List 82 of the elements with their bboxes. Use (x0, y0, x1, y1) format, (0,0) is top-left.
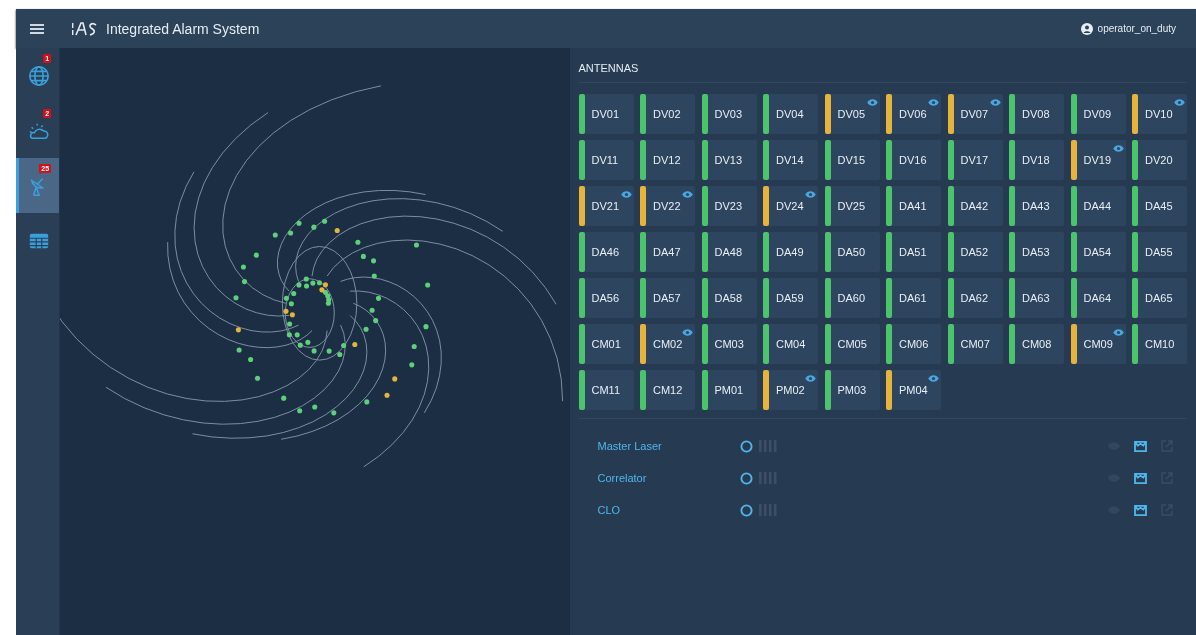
antenna-tile[interactable]: PM02 (763, 370, 818, 410)
antenna-tile[interactable]: DA58 (701, 278, 757, 318)
antenna-tile[interactable]: CM01 (578, 324, 634, 364)
antenna-tile[interactable]: DV07 (947, 94, 1003, 134)
antenna-tile[interactable]: DV20 (1132, 140, 1187, 180)
antenna-tile[interactable]: DV11 (578, 140, 634, 180)
antenna-tile[interactable]: DV06 (886, 94, 941, 134)
inbox-icon[interactable] (1134, 504, 1147, 516)
antenna-tile[interactable]: DA48 (701, 232, 757, 272)
antenna-tile[interactable]: DV09 (1070, 94, 1126, 134)
antenna-tile[interactable]: DV21 (578, 186, 634, 226)
globe-icon (28, 64, 51, 87)
antenna-tile[interactable]: CM04 (763, 324, 818, 364)
user-icon (1080, 22, 1093, 35)
antenna-tile[interactable]: DV22 (640, 186, 695, 226)
menu-icon[interactable] (30, 23, 44, 34)
app-title: Integrated Alarm System (106, 20, 260, 37)
antenna-tile[interactable]: DV05 (824, 94, 880, 134)
antenna-tile[interactable]: DA54 (1070, 232, 1126, 272)
antenna-tile[interactable]: DA51 (886, 232, 941, 272)
antenna-tile[interactable]: PM03 (824, 370, 880, 410)
antenna-tile[interactable]: DV18 (1009, 140, 1064, 180)
antenna-tile[interactable]: DV14 (763, 140, 818, 180)
antenna-tile[interactable]: DA44 (1070, 186, 1126, 226)
antenna-tile[interactable]: CM07 (947, 324, 1003, 364)
antenna-tile[interactable]: CM02 (640, 324, 695, 364)
antenna-tile[interactable]: DA65 (1132, 278, 1187, 318)
status-ring-icon (739, 439, 753, 453)
device-name[interactable]: CLO (597, 504, 726, 516)
antenna-tile[interactable]: DV25 (824, 186, 880, 226)
antenna-tile[interactable]: DV08 (1009, 94, 1064, 134)
antenna-tile[interactable]: DA59 (763, 278, 818, 318)
antenna-tile[interactable]: CM03 (701, 324, 757, 364)
antenna-tile[interactable]: DA42 (947, 186, 1003, 226)
user-menu[interactable]: operator_on_duty (1076, 22, 1180, 35)
antenna-tile[interactable]: DV03 (701, 94, 757, 134)
antenna-tile[interactable]: DA62 (947, 278, 1003, 318)
antenna-tile[interactable]: DA64 (1070, 278, 1126, 318)
antenna-tile[interactable]: DA41 (886, 186, 941, 226)
antenna-tile[interactable]: DA60 (824, 278, 880, 318)
antenna-tile[interactable]: DA46 (578, 232, 634, 272)
antenna-tile[interactable]: DV16 (886, 140, 941, 180)
antenna-tile[interactable]: DA52 (947, 232, 1003, 272)
antenna-tile[interactable]: DV23 (701, 186, 757, 226)
antenna-tile[interactable]: DA53 (1009, 232, 1064, 272)
antenna-tile[interactable]: DA50 (824, 232, 880, 272)
antenna-tile[interactable]: DV19 (1070, 140, 1126, 180)
antenna-tile[interactable]: DA45 (1132, 186, 1187, 226)
antenna-tile[interactable]: DV01 (578, 94, 634, 134)
antenna-tile[interactable]: CM05 (824, 324, 880, 364)
antenna-tile[interactable]: DA57 (640, 278, 695, 318)
inbox-icon[interactable] (1134, 472, 1147, 484)
antenna-tile[interactable]: DV13 (701, 140, 757, 180)
antenna-tile[interactable]: CM06 (886, 324, 941, 364)
antenna-tile[interactable]: DV15 (824, 140, 880, 180)
antenna-tile[interactable]: DA61 (886, 278, 941, 318)
antenna-tile[interactable]: CM09 (1070, 324, 1126, 364)
antenna-tile[interactable]: CM11 (578, 370, 634, 410)
antenna-tile[interactable]: DV02 (640, 94, 695, 134)
antenna-tile[interactable]: DV10 (1132, 94, 1187, 134)
logo-icon (72, 21, 98, 36)
status-ring-icon (739, 503, 753, 517)
inbox-icon[interactable] (1134, 440, 1147, 452)
antenna-tile[interactable]: PM01 (701, 370, 757, 410)
antenna-tile[interactable]: DA55 (1132, 232, 1187, 272)
antenna-tile[interactable]: DA63 (1009, 278, 1064, 318)
antenna-tile[interactable]: PM04 (886, 370, 941, 410)
antenna-tile[interactable]: CM08 (1009, 324, 1064, 364)
antenna-tile[interactable]: DA49 (763, 232, 818, 272)
antenna-tile[interactable]: CM10 (1132, 324, 1187, 364)
antenna-tile[interactable]: CM12 (640, 370, 695, 410)
antenna-tile[interactable]: DV12 (640, 140, 695, 180)
antenna-tile[interactable]: DV24 (763, 186, 818, 226)
antenna-tile[interactable]: DA43 (1009, 186, 1064, 226)
antenna-tile[interactable]: DA56 (578, 278, 634, 318)
device-name[interactable]: Correlator (597, 472, 726, 484)
antenna-tile[interactable]: DV17 (947, 140, 1003, 180)
antenna-tile[interactable]: DV04 (763, 94, 818, 134)
section-title: ANTENNAS (578, 48, 1187, 83)
device-name[interactable]: Master Laser (597, 440, 726, 452)
status-ring-icon (739, 471, 753, 485)
antenna-tile[interactable]: DA47 (640, 232, 695, 272)
